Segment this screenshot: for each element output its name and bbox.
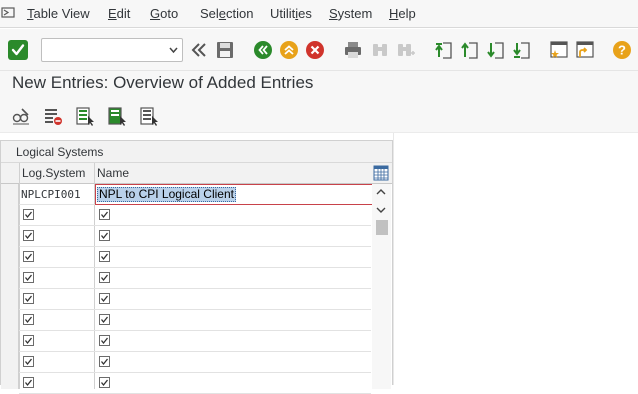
input-check-icon xyxy=(99,293,110,304)
next-page-icon[interactable] xyxy=(486,40,506,60)
vertical-scrollbar[interactable] xyxy=(372,184,391,389)
name-cell[interactable] xyxy=(94,373,372,393)
input-check-icon xyxy=(99,335,110,346)
log-system-cell[interactable] xyxy=(19,268,94,288)
table-row: NPLCPI001 NPL to CPI Logical Client xyxy=(19,184,373,205)
scroll-up-icon[interactable] xyxy=(376,188,386,196)
table-row xyxy=(19,310,371,331)
chevron-down-icon[interactable] xyxy=(169,46,178,54)
input-check-icon xyxy=(23,356,34,367)
input-check-icon xyxy=(23,293,34,304)
input-check-icon xyxy=(23,272,34,283)
input-check-icon xyxy=(99,377,110,388)
standard-toolbar: ? xyxy=(0,29,638,71)
log-system-cell[interactable] xyxy=(19,331,94,351)
input-check-icon xyxy=(99,356,110,367)
find-next-icon[interactable] xyxy=(396,40,416,60)
create-session-icon[interactable] xyxy=(549,40,569,60)
table-row xyxy=(19,268,371,289)
name-cell[interactable] xyxy=(94,331,372,351)
name-cell[interactable] xyxy=(94,226,372,246)
table-row xyxy=(19,352,371,373)
menu-goto[interactable]: Goto xyxy=(150,6,178,21)
column-header-log-system[interactable]: Log.System xyxy=(22,166,85,180)
log-system-cell[interactable] xyxy=(19,310,94,330)
table-row xyxy=(19,331,371,352)
select-block-icon[interactable] xyxy=(107,106,127,126)
table-row xyxy=(19,205,371,226)
menu-table-view[interactable]: Table View xyxy=(27,6,90,21)
log-system-cell[interactable] xyxy=(19,289,94,309)
display-change-icon[interactable] xyxy=(11,106,31,126)
input-check-icon xyxy=(23,335,34,346)
find-icon[interactable] xyxy=(370,40,390,60)
menu-icon[interactable] xyxy=(0,6,18,20)
scroll-thumb[interactable] xyxy=(376,220,388,235)
input-check-icon xyxy=(23,377,34,388)
page-title: New Entries: Overview of Added Entries xyxy=(12,73,314,92)
scroll-down-icon[interactable] xyxy=(376,206,386,214)
log-system-cell[interactable] xyxy=(19,247,94,267)
application-toolbar xyxy=(0,99,638,133)
svg-text:?: ? xyxy=(618,43,626,58)
log-system-cell[interactable] xyxy=(19,352,94,372)
name-cell[interactable] xyxy=(94,289,372,309)
name-input[interactable]: NPL to CPI Logical Client xyxy=(95,184,373,205)
table-title: Logical Systems xyxy=(16,145,104,159)
select-all-icon[interactable] xyxy=(75,106,95,126)
command-input[interactable] xyxy=(44,39,164,61)
input-check-icon xyxy=(99,209,110,220)
table-settings-icon[interactable] xyxy=(373,165,389,181)
input-check-icon xyxy=(23,251,34,262)
name-cell[interactable] xyxy=(94,205,372,225)
name-cell[interactable] xyxy=(94,247,372,267)
name-cell[interactable] xyxy=(94,268,372,288)
log-system-cell[interactable] xyxy=(19,373,94,393)
log-system-cell[interactable]: NPLCPI001 xyxy=(19,184,94,204)
empty-area xyxy=(394,140,638,385)
previous-page-icon[interactable] xyxy=(460,40,480,60)
input-check-icon xyxy=(99,251,110,262)
table-row xyxy=(19,289,371,310)
menu-help[interactable]: Help xyxy=(389,6,416,21)
logical-systems-table: Logical Systems Log.System Name NPLCPI00… xyxy=(0,140,393,394)
input-check-icon xyxy=(99,272,110,283)
log-system-cell[interactable] xyxy=(19,226,94,246)
input-check-icon xyxy=(99,314,110,325)
column-header-name[interactable]: Name xyxy=(97,166,129,180)
log-system-cell[interactable] xyxy=(19,205,94,225)
table-title-bar: Logical Systems xyxy=(1,141,392,163)
input-check-icon xyxy=(99,230,110,241)
menu-system[interactable]: System xyxy=(329,6,372,21)
selected-text: NPL to CPI Logical Client xyxy=(97,187,236,202)
input-check-icon xyxy=(23,230,34,241)
first-page-icon[interactable] xyxy=(434,40,454,60)
input-check-icon xyxy=(23,314,34,325)
back-icon[interactable] xyxy=(253,40,273,60)
row-selector-column[interactable] xyxy=(1,184,19,389)
deselect-all-icon[interactable] xyxy=(139,106,159,126)
cancel-icon[interactable] xyxy=(305,40,325,60)
table-row xyxy=(19,247,371,268)
help-icon[interactable]: ? xyxy=(612,40,632,60)
input-check-icon xyxy=(23,209,34,220)
exit-icon[interactable] xyxy=(279,40,299,60)
delete-icon[interactable] xyxy=(43,106,63,126)
menu-selection[interactable]: Selection xyxy=(200,6,254,21)
menu-edit[interactable]: Edit xyxy=(108,6,130,21)
print-icon[interactable] xyxy=(343,40,363,60)
table-header: Log.System Name xyxy=(1,163,392,184)
table-row xyxy=(19,373,371,394)
enter-icon[interactable] xyxy=(7,39,29,61)
command-field[interactable] xyxy=(41,38,183,62)
create-shortcut-icon[interactable] xyxy=(575,40,595,60)
menu-utilities[interactable]: Utilities xyxy=(270,6,312,21)
table-row xyxy=(19,226,371,247)
name-cell[interactable] xyxy=(94,352,372,372)
last-page-icon[interactable] xyxy=(512,40,532,60)
save-icon[interactable] xyxy=(215,40,235,60)
menu-bar: Table View Edit Goto Selection Utilities… xyxy=(0,0,638,28)
back-arrows-icon[interactable] xyxy=(189,40,209,60)
name-cell[interactable] xyxy=(94,310,372,330)
